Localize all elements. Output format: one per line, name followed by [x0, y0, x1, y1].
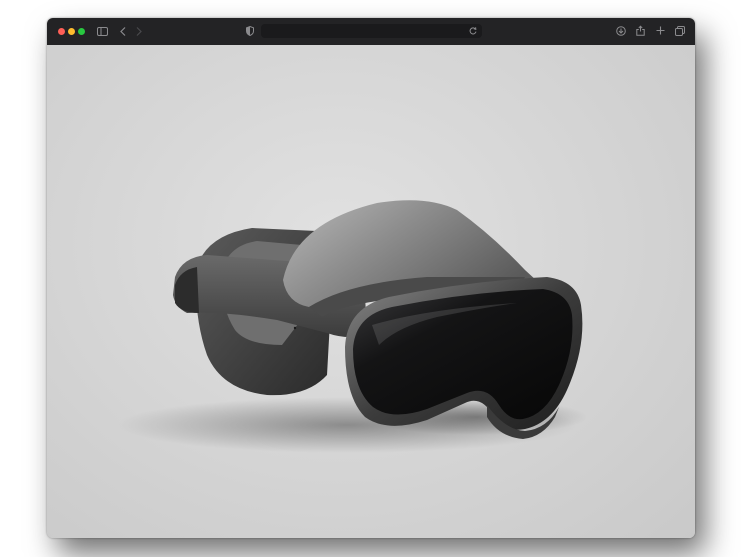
close-window-button[interactable] — [58, 28, 65, 35]
sidebar-toggle-icon[interactable] — [97, 27, 108, 36]
browser-window — [47, 18, 695, 538]
vr-headset-photo — [117, 200, 587, 453]
address-bar[interactable] — [261, 24, 482, 38]
chevron-right-icon[interactable] — [136, 27, 142, 36]
tab-overview-icon[interactable] — [675, 26, 685, 36]
url-input[interactable] — [267, 24, 457, 38]
minimize-window-button[interactable] — [68, 28, 75, 35]
reload-icon[interactable] — [469, 27, 477, 35]
shield-privacy-icon[interactable] — [246, 26, 254, 36]
chevron-left-icon[interactable] — [120, 27, 126, 36]
browser-toolbar — [47, 18, 695, 46]
download-icon[interactable] — [616, 26, 626, 36]
share-icon[interactable] — [636, 25, 645, 36]
plus-icon[interactable] — [656, 26, 665, 35]
page-content — [47, 45, 695, 538]
zoom-window-button[interactable] — [78, 28, 85, 35]
